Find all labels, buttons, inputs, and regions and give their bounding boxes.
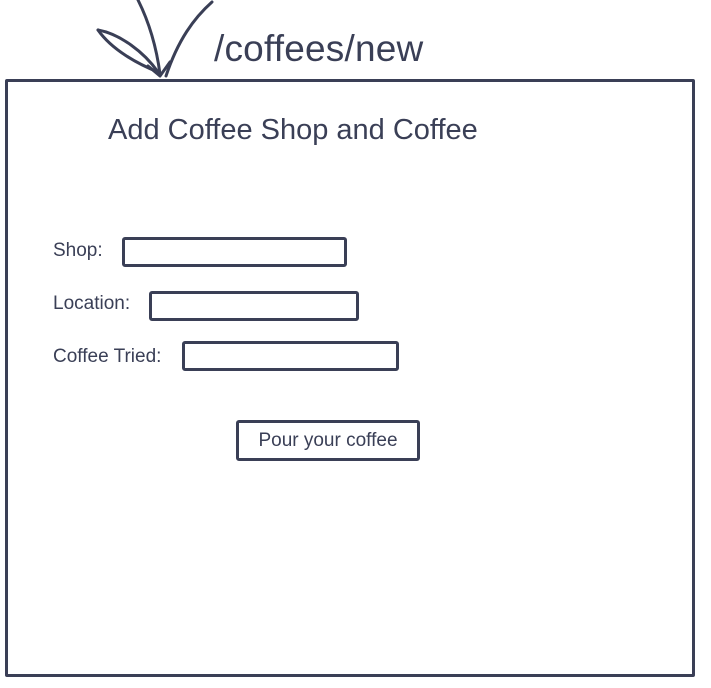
coffee-tried-label: Coffee Tried:	[53, 346, 162, 367]
coffee-tried-input[interactable]	[182, 341, 399, 371]
location-label: Location:	[53, 293, 131, 314]
shop-input[interactable]	[122, 237, 347, 267]
shop-label: Shop:	[53, 240, 103, 261]
pour-your-coffee-button[interactable]: Pour your coffee	[236, 420, 420, 461]
hand-drawn-arrow-icon	[96, 0, 214, 78]
route-path-label: /coffees/new	[214, 28, 424, 69]
location-input[interactable]	[149, 291, 359, 321]
page-title: Add Coffee Shop and Coffee	[108, 114, 478, 146]
page-frame: Add Coffee Shop and Coffee Shop: Locatio…	[5, 79, 695, 677]
